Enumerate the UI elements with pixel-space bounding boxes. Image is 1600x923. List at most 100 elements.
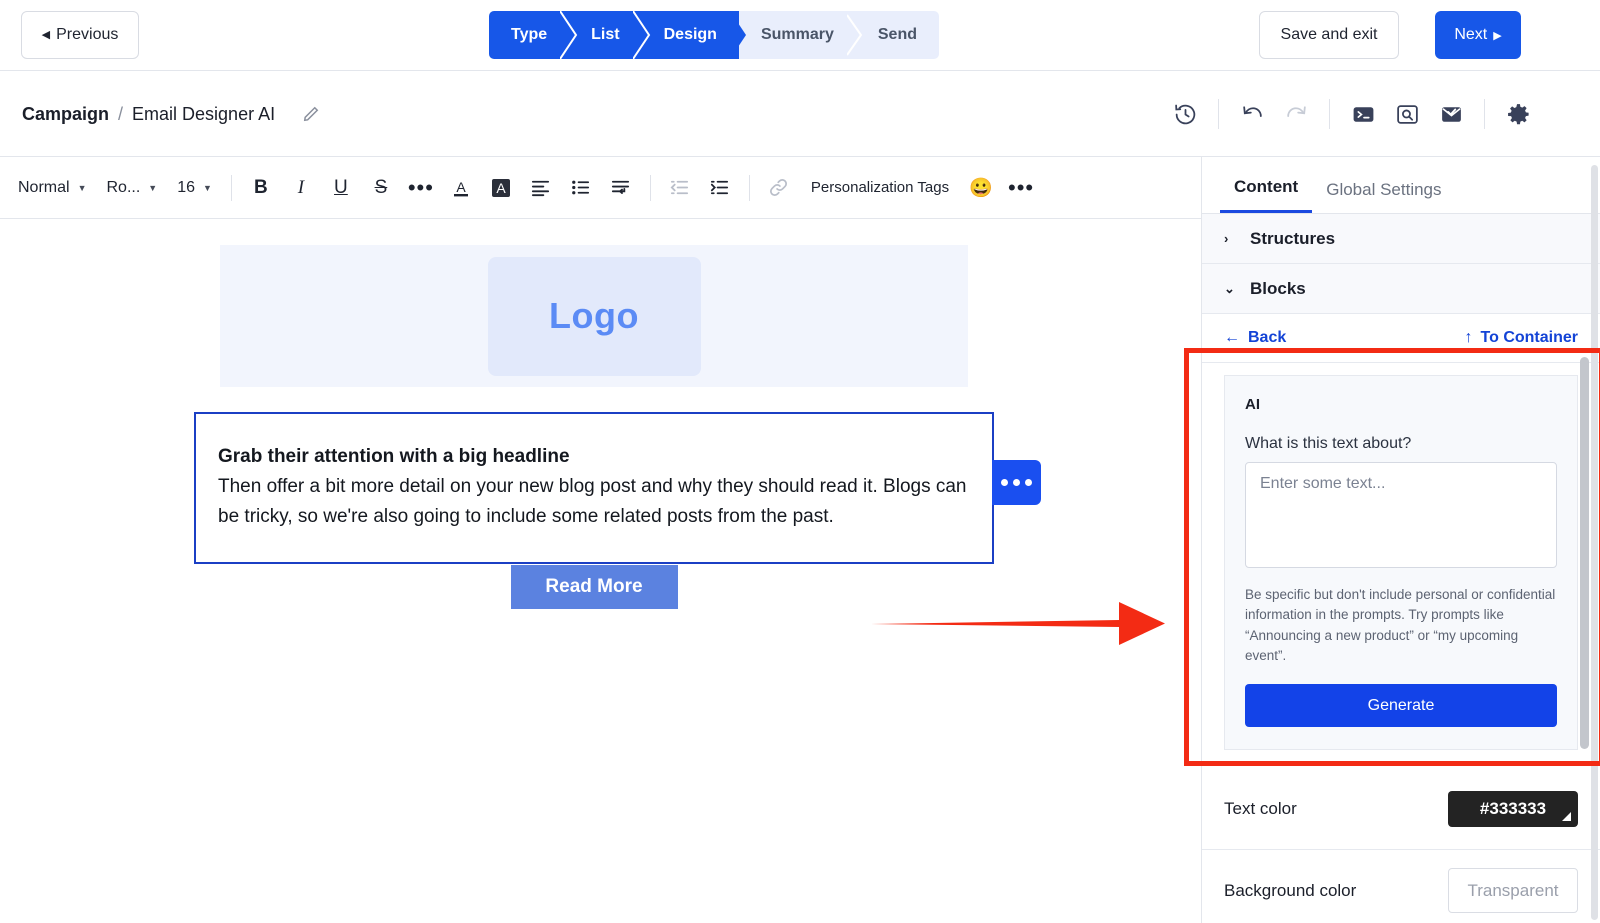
read-more-button[interactable]: Read More: [511, 565, 678, 609]
panel-inner-scrollbar[interactable]: [1580, 357, 1589, 749]
code-view-icon[interactable]: [1341, 92, 1385, 136]
previous-button[interactable]: ◀ Previous: [21, 11, 139, 59]
dot: [1013, 479, 1020, 486]
underline-button[interactable]: U: [321, 169, 361, 207]
align-left-icon[interactable]: [521, 169, 561, 207]
ai-prompt-question: What is this text about?: [1245, 435, 1557, 453]
ai-prompt-input[interactable]: [1245, 462, 1557, 568]
divider: [749, 175, 750, 201]
breadcrumb-campaign-name: Email Designer AI: [132, 104, 275, 125]
paragraph-style-select[interactable]: Normal ▼: [8, 169, 96, 207]
undo-icon[interactable]: [1230, 92, 1274, 136]
svg-text:A: A: [496, 180, 506, 196]
wizard-topbar: ◀ Previous Type List Design: [0, 0, 1600, 71]
font-family-select[interactable]: Ro... ▼: [96, 169, 167, 207]
next-button[interactable]: Next ▶: [1435, 11, 1521, 59]
version-history-icon[interactable]: [1163, 92, 1207, 136]
link-icon[interactable]: [759, 169, 799, 207]
highlight-color-icon[interactable]: A: [481, 169, 521, 207]
redo-icon[interactable]: [1274, 92, 1318, 136]
email-designer-app: ◀ Previous Type List Design: [0, 0, 1600, 923]
text-color-value: #333333: [1480, 799, 1546, 819]
line-height-icon[interactable]: [601, 169, 641, 207]
swatch-corner-icon: [1562, 812, 1571, 821]
send-test-email-icon[interactable]: [1429, 92, 1473, 136]
chevron-right-icon: ▶: [1493, 29, 1501, 42]
step-design[interactable]: Design: [642, 11, 739, 59]
indent-icon[interactable]: [700, 169, 740, 207]
step-summary[interactable]: Summary: [739, 11, 856, 59]
breadcrumb-root[interactable]: Campaign: [22, 104, 109, 125]
step-list-label: List: [591, 26, 619, 44]
accordion-blocks[interactable]: ⌄ Blocks: [1202, 264, 1600, 314]
personalization-tags-button[interactable]: Personalization Tags: [799, 179, 961, 196]
breadcrumb: Campaign / Email Designer AI: [22, 103, 322, 125]
text-color-label: Text color: [1224, 799, 1297, 819]
header-icon-toolbar: [1163, 71, 1540, 157]
cta-block: Read More: [220, 565, 968, 609]
bold-button[interactable]: B: [241, 169, 281, 207]
to-container-link[interactable]: ↑ To Container: [1465, 329, 1578, 347]
edit-pencil-icon[interactable]: [300, 103, 322, 125]
emoji-icon[interactable]: 😀: [961, 169, 1001, 207]
block-options-button[interactable]: [992, 460, 1041, 505]
dot: [1001, 479, 1008, 486]
previous-button-label: Previous: [56, 26, 118, 44]
preview-icon[interactable]: [1385, 92, 1429, 136]
logo-placeholder[interactable]: Logo: [488, 257, 701, 376]
campaign-header-bar: Campaign / Email Designer AI: [0, 71, 1600, 157]
next-button-label: Next: [1454, 26, 1487, 44]
back-link[interactable]: ← Back: [1224, 329, 1286, 347]
step-type[interactable]: Type: [489, 11, 569, 59]
text-color-swatch[interactable]: #333333: [1448, 791, 1578, 827]
accordion-structures-label: Structures: [1250, 229, 1335, 249]
property-row-text-color: Text color #333333: [1202, 768, 1600, 850]
divider: [1218, 99, 1219, 129]
logo-block[interactable]: Logo: [220, 245, 968, 387]
to-container-link-label: To Container: [1481, 329, 1578, 347]
email-canvas[interactable]: Logo Grab their attention with a big hea…: [0, 219, 1201, 923]
step-type-label: Type: [511, 26, 547, 44]
block-properties-list: Text color #333333 Background color Tran…: [1202, 768, 1600, 923]
tab-global-settings[interactable]: Global Settings: [1312, 180, 1455, 213]
back-link-label: Back: [1248, 329, 1286, 347]
arrow-left-icon: ←: [1224, 329, 1240, 347]
arrow-up-icon: ↑: [1465, 329, 1473, 347]
strikethrough-button[interactable]: S: [361, 169, 401, 207]
paragraph-style-value: Normal: [18, 179, 70, 197]
italic-button[interactable]: I: [281, 169, 321, 207]
wizard-stepper: Type List Design Summary: [489, 11, 939, 59]
font-size-select[interactable]: 16 ▼: [167, 169, 222, 207]
rich-text-toolbar: Normal ▼ Ro... ▼ 16 ▼ B I U S ••• A A: [0, 157, 1201, 219]
generate-button[interactable]: Generate: [1245, 684, 1557, 727]
background-color-label: Background color: [1224, 881, 1356, 901]
step-send[interactable]: Send: [856, 11, 939, 59]
outdent-icon[interactable]: [660, 169, 700, 207]
divider: [1329, 99, 1330, 129]
selected-text-block[interactable]: Grab their attention with a big headline…: [194, 412, 994, 564]
page-scrollbar[interactable]: [1591, 165, 1598, 920]
panel-tabs: Content Global Settings: [1202, 157, 1600, 214]
chevron-down-icon: ⌄: [1224, 281, 1236, 297]
breadcrumb-separator: /: [118, 104, 123, 125]
divider: [231, 175, 232, 201]
svg-text:A: A: [456, 179, 466, 195]
chevron-down-icon: ▼: [78, 183, 87, 193]
chevron-down-icon: ▼: [148, 183, 157, 193]
divider: [1484, 99, 1485, 129]
save-and-exit-button[interactable]: Save and exit: [1259, 11, 1399, 59]
tab-content[interactable]: Content: [1220, 177, 1312, 213]
chevron-down-icon: ▼: [203, 183, 212, 193]
bulleted-list-icon[interactable]: [561, 169, 601, 207]
more-formatting-button[interactable]: •••: [401, 169, 441, 207]
toolbar-more-button[interactable]: •••: [1001, 169, 1041, 207]
background-color-swatch[interactable]: Transparent: [1448, 868, 1578, 913]
accordion-structures[interactable]: › Structures: [1202, 214, 1600, 264]
settings-gear-icon[interactable]: [1496, 92, 1540, 136]
font-size-value: 16: [177, 179, 195, 197]
step-list[interactable]: List: [569, 11, 641, 59]
panel-nav-row: ← Back ↑ To Container: [1202, 314, 1600, 363]
text-color-icon[interactable]: A: [441, 169, 481, 207]
ai-prompt-hint: Be specific but don't include personal o…: [1245, 585, 1557, 666]
email-headline: Grab their attention with a big headline: [218, 444, 970, 470]
